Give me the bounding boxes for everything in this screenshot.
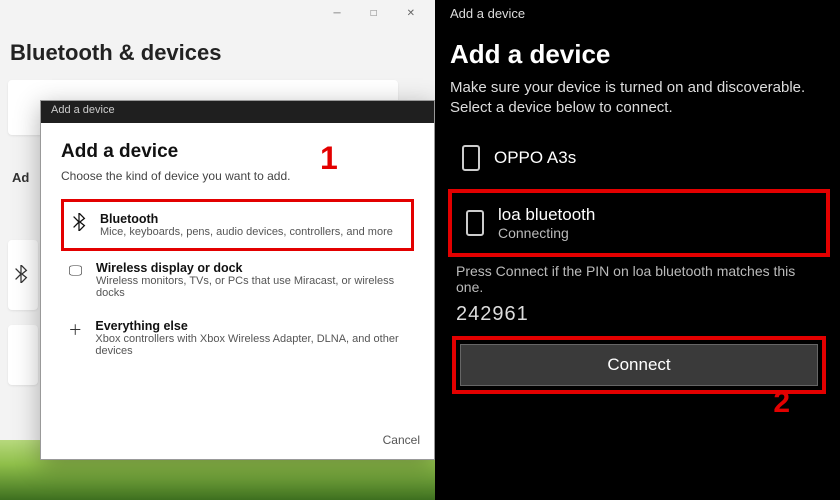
window-controls[interactable]: ─ □ ✕ (333, 8, 415, 19)
phone-icon (462, 145, 480, 171)
plus-icon: ＋ (67, 320, 83, 340)
add-device-dialog-light: Add a device Add a device Choose the kin… (40, 100, 435, 460)
settings-heading: Bluetooth & devices (10, 40, 221, 66)
option-label: Bluetooth (100, 212, 393, 226)
option-desc: Xbox controllers with Xbox Wireless Adap… (95, 333, 408, 357)
connect-highlight: Connect (452, 336, 826, 394)
cancel-button[interactable]: Cancel (383, 433, 420, 447)
device-row-oppo[interactable]: OPPO A3s (448, 133, 830, 183)
bluetooth-icon (14, 265, 28, 283)
settings-tile-bluetooth[interactable] (8, 240, 38, 310)
annotation-2: 2 (773, 386, 790, 420)
dialog-titlebar: Add a device (41, 101, 434, 123)
option-everything-else[interactable]: ＋ Everything else Xbox controllers with … (61, 309, 414, 367)
settings-add-label: Ad (12, 170, 29, 185)
minimize-icon[interactable]: ─ (333, 8, 340, 19)
device-row-loa-bluetooth[interactable]: loa bluetooth Connecting (448, 189, 830, 257)
dialog-subtitle: Choose the kind of device you want to ad… (61, 169, 414, 183)
phone-icon (466, 210, 484, 236)
dialog-heading: Add a device (61, 141, 414, 163)
device-name: loa bluetooth (498, 205, 595, 225)
device-name: OPPO A3s (494, 148, 576, 168)
dialog-subtitle-dark: Make sure your device is turned on and d… (438, 78, 840, 127)
dialog-heading-dark: Add a device (438, 27, 840, 78)
connect-button[interactable]: Connect (460, 344, 818, 386)
device-status: Connecting (498, 225, 595, 241)
option-label: Everything else (95, 319, 408, 333)
option-desc: Mice, keyboards, pens, audio devices, co… (100, 226, 393, 238)
annotation-1: 1 (320, 140, 338, 177)
display-icon: 🖵 (67, 262, 84, 279)
option-wireless-display[interactable]: 🖵 Wireless display or dock Wireless moni… (61, 251, 414, 309)
option-desc: Wireless monitors, TVs, or PCs that use … (96, 275, 408, 299)
option-bluetooth[interactable]: Bluetooth Mice, keyboards, pens, audio d… (61, 199, 414, 251)
add-device-dialog-dark: Add a device Add a device Make sure your… (435, 0, 840, 500)
close-icon[interactable]: ✕ (407, 8, 415, 19)
maximize-icon[interactable]: □ (371, 8, 377, 19)
pin-code: 242961 (438, 295, 840, 330)
pin-note: Press Connect if the PIN on loa bluetoot… (438, 263, 840, 295)
settings-tile-devices[interactable] (8, 325, 38, 385)
bluetooth-icon (70, 213, 88, 234)
dialog-crumb: Add a device (438, 0, 840, 27)
option-label: Wireless display or dock (96, 261, 408, 275)
